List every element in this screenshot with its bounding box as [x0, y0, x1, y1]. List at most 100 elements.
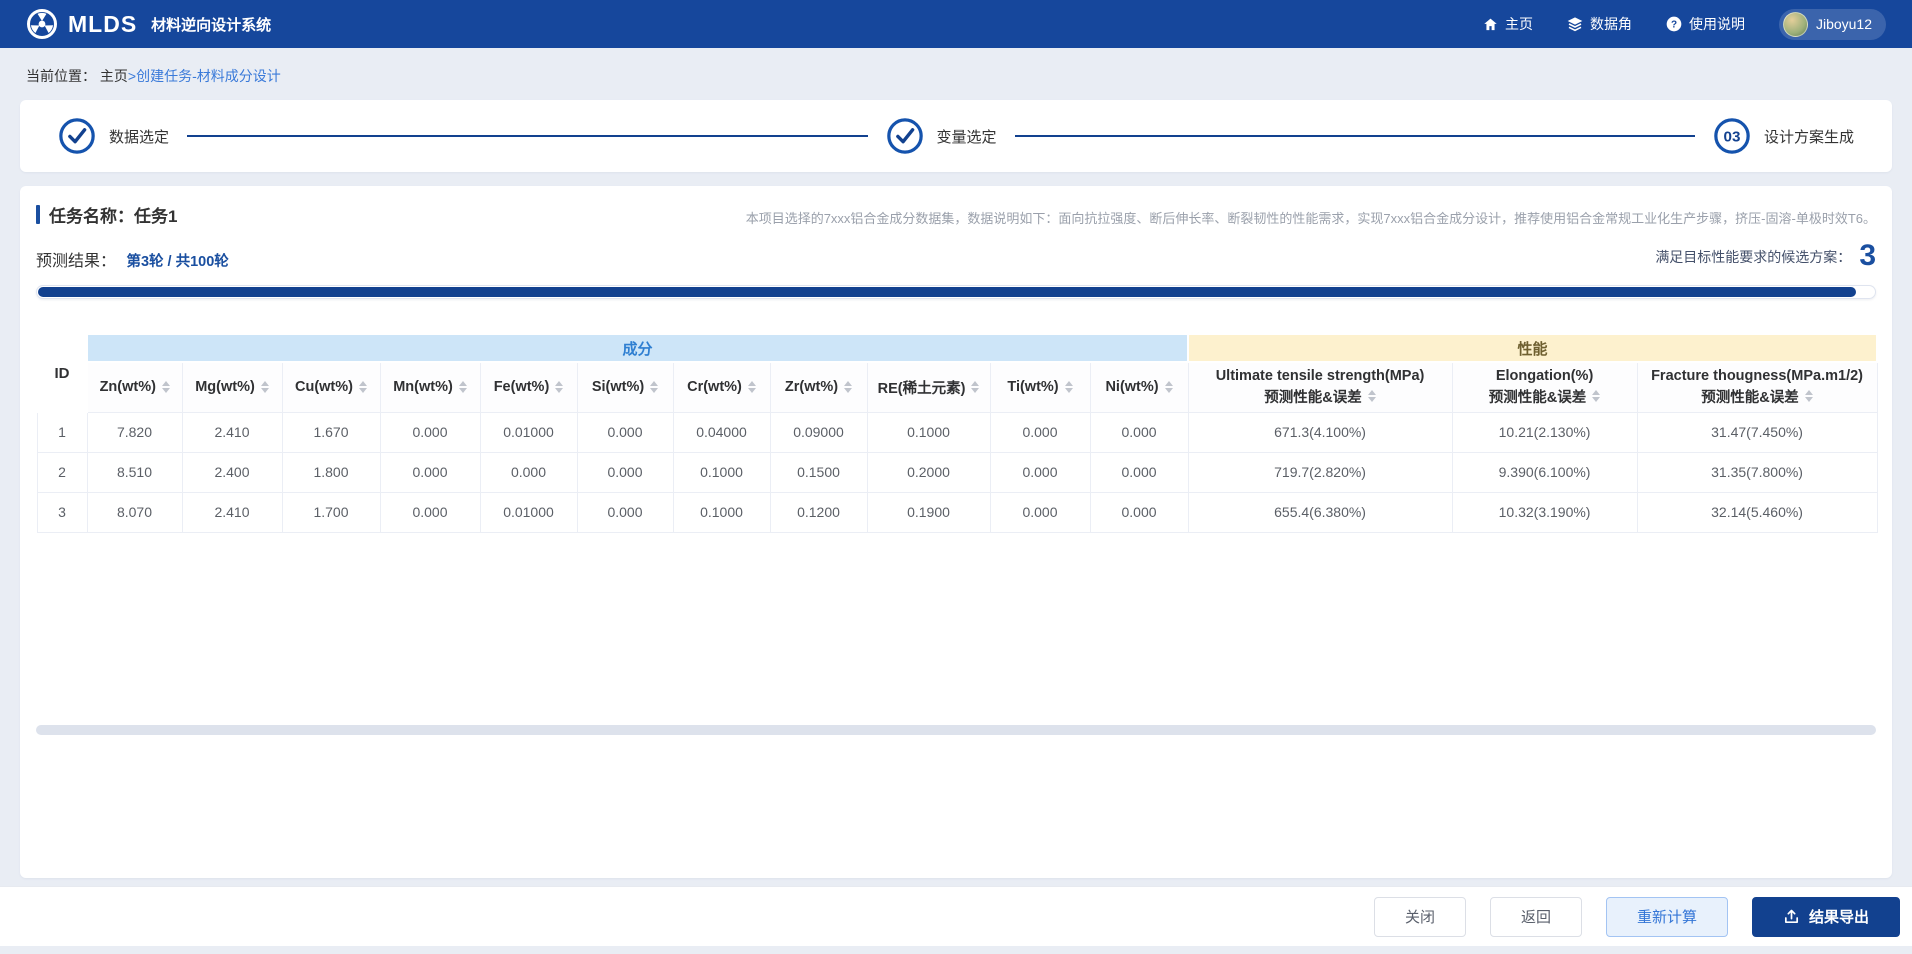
sort-icon[interactable] [458, 381, 467, 394]
cell-id: 3 [36, 491, 88, 533]
check-circle-icon [59, 118, 95, 154]
nav-item-help[interactable]: ? 使用说明 [1666, 14, 1745, 34]
export-button[interactable]: 结果导出 [1751, 896, 1900, 937]
table-row: 1 7.820 2.410 1.670 0.000 0.01000 0.000 0.04000… [36, 411, 1878, 453]
column-header-composition-2[interactable]: Cu(wt%) [281, 361, 381, 413]
cell-composition: 1.700 [281, 491, 381, 533]
svg-text:?: ? [1671, 19, 1677, 30]
column-header-composition-1[interactable]: Mg(wt%) [181, 361, 283, 413]
layers-icon [1567, 17, 1583, 32]
column-header-composition-7[interactable]: Zr(wt%) [769, 361, 868, 413]
cell-composition: 0.1200 [769, 491, 868, 533]
sort-icon[interactable] [971, 381, 980, 394]
step-connector [187, 135, 868, 137]
sort-icon[interactable] [747, 381, 756, 394]
cell-composition: 0.2000 [866, 451, 991, 493]
sort-icon[interactable] [161, 381, 170, 394]
cell-performance: 655.4(6.380%) [1187, 491, 1453, 533]
sort-icon[interactable] [1367, 390, 1376, 403]
sort-icon[interactable] [260, 381, 269, 394]
svg-text:03: 03 [1724, 129, 1741, 146]
cell-composition: 2.400 [181, 451, 283, 493]
column-header-composition-8[interactable]: RE(稀土元素) [866, 361, 991, 413]
title-accent-bar [36, 205, 40, 224]
cell-composition: 0.000 [379, 451, 481, 493]
cell-composition: 0.04000 [672, 411, 771, 453]
step-design-generation: 03 设计方案生成 [1713, 117, 1854, 155]
brand[interactable]: MLDS 材料逆向设计系统 [26, 8, 271, 40]
table-group-header-row: ID 成分 性能 [36, 333, 1879, 413]
sort-icon[interactable] [1064, 381, 1073, 394]
table-column-header-row: Zn(wt%) Mg(wt%) Cu(wt%) Mn(wt%) Fe(wt%) Si(wt… [37, 361, 1878, 413]
column-header-id: ID [36, 333, 88, 413]
cell-composition: 0.000 [379, 411, 481, 453]
step-connector [1014, 135, 1695, 137]
step-label: 设计方案生成 [1764, 128, 1855, 146]
cell-composition: 0.1000 [672, 491, 771, 533]
user-menu[interactable]: Jiboyu12 [1778, 8, 1886, 40]
cell-performance: 719.7(2.820%) [1187, 451, 1453, 493]
column-header-composition-9[interactable]: Ti(wt%) [989, 361, 1091, 413]
prediction-label: 预测结果： [36, 253, 117, 270]
app-name: 材料逆向设计系统 [151, 16, 272, 34]
table-row: 2 8.510 2.400 1.800 0.000 0.000 0.000 0.1000 0.1… [36, 451, 1878, 493]
task-title: 任务名称：任务1 [36, 202, 177, 227]
nav-item-data[interactable]: 数据角 [1567, 14, 1632, 34]
sort-icon[interactable] [650, 381, 659, 394]
column-header-performance-2[interactable]: Fracture thougness(MPa.m1/2) 预测性能&误差 [1636, 361, 1878, 413]
cell-composition: 0.000 [576, 451, 674, 493]
step-number-icon: 03 [1714, 118, 1750, 154]
breadcrumb-home[interactable]: 主页 [100, 68, 128, 84]
cell-performance: 9.390(6.100%) [1451, 451, 1638, 493]
column-header-composition-4[interactable]: Fe(wt%) [479, 361, 578, 413]
breadcrumb-current[interactable]: 创建任务-材料成分设计 [136, 68, 281, 84]
export-button-label: 结果导出 [1808, 909, 1869, 926]
cell-composition: 0.000 [576, 491, 674, 533]
upload-icon [1784, 909, 1799, 924]
candidates-count: 3 [1859, 239, 1876, 272]
step-label: 数据选定 [109, 128, 170, 146]
sort-icon[interactable] [359, 381, 367, 394]
candidates-label: 满足目标性能要求的候选方案： [1655, 249, 1852, 265]
username: Jiboyu12 [1815, 16, 1872, 32]
sort-icon[interactable] [1804, 390, 1813, 403]
progress-fill [38, 287, 1856, 297]
sort-icon[interactable] [1164, 381, 1173, 394]
step-variable-selection: 变量选定 [886, 117, 997, 155]
cell-composition: 0.1000 [866, 411, 991, 453]
check-circle-icon [886, 118, 923, 154]
results-panel: 任务名称：任务1 本项目选择的7xxx铝合金成分数据集，数据说明如下：面向抗拉强… [20, 186, 1892, 878]
cell-composition: 0.1500 [769, 451, 868, 493]
column-header-composition-0[interactable]: Zn(wt%) [86, 361, 183, 413]
logo-text: MLDS [68, 10, 138, 37]
column-header-performance-1[interactable]: Elongation(%) 预测性能&误差 [1451, 361, 1638, 413]
cell-composition: 1.800 [281, 451, 381, 493]
column-header-performance-0[interactable]: Ultimate tensile strength(MPa) 预测性能&误差 [1187, 361, 1453, 413]
prediction-round: 第3轮 / 共100轮 [126, 254, 229, 270]
breadcrumb-prefix: 当前位置： [26, 68, 96, 84]
column-header-composition-10[interactable]: Ni(wt%) [1089, 361, 1189, 413]
cell-id: 1 [36, 411, 88, 453]
cell-composition: 0.000 [576, 411, 674, 453]
sort-icon[interactable] [1592, 390, 1601, 403]
sort-icon[interactable] [844, 381, 853, 394]
cell-composition: 0.01000 [479, 411, 578, 453]
group-header-performance: 性能 [1187, 333, 1879, 363]
column-header-composition-5[interactable]: Si(wt%) [576, 361, 674, 413]
cell-performance: 671.3(4.100%) [1187, 411, 1453, 453]
breadcrumb: 当前位置： 主页>创建任务-材料成分设计 [0, 48, 1912, 98]
progress-bar [36, 285, 1876, 299]
nav-item-home[interactable]: 主页 [1483, 14, 1533, 34]
column-header-composition-3[interactable]: Mn(wt%) [379, 361, 481, 413]
recalculate-button[interactable]: 重新计算 [1605, 896, 1728, 937]
column-header-composition-6[interactable]: Cr(wt%) [672, 361, 771, 413]
step-label: 变量选定 [936, 128, 997, 146]
sort-icon[interactable] [555, 381, 564, 394]
stepper: 数据选定 变量选定 03 设计方案生成 [20, 100, 1892, 172]
cell-composition: 8.070 [86, 491, 183, 533]
horizontal-scrollbar[interactable] [36, 725, 1876, 735]
table-row: 3 8.070 2.410 1.700 0.000 0.01000 0.000 0.1000 0… [36, 491, 1878, 533]
back-button[interactable]: 返回 [1489, 896, 1582, 937]
close-button[interactable]: 关闭 [1373, 896, 1466, 937]
cell-composition: 8.510 [86, 451, 183, 493]
